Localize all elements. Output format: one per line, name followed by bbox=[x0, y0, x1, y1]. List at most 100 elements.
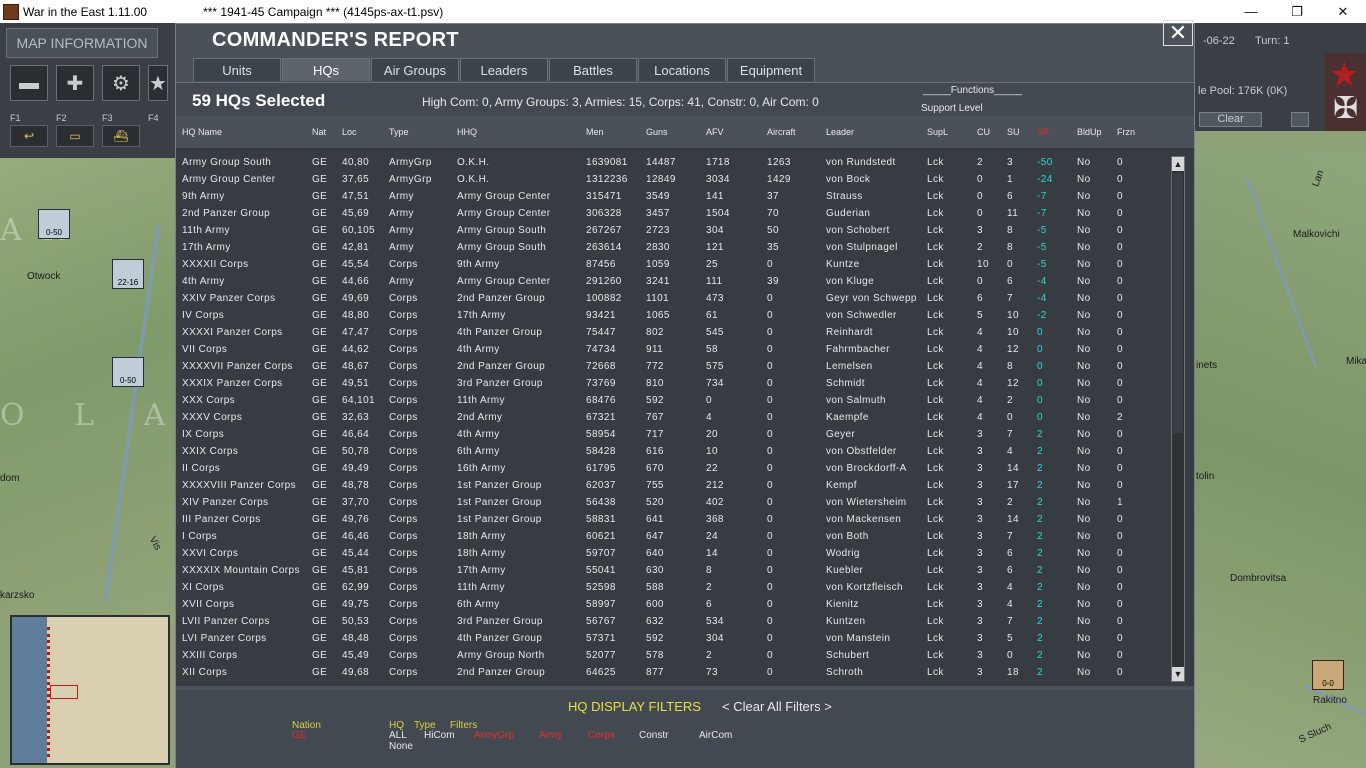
cell-sp: 2 bbox=[1037, 446, 1043, 457]
table-row[interactable]: Army Group South GE 40,80 ArmyGrp O.K.H. 1639… bbox=[176, 155, 1166, 172]
table-row[interactable]: XXXIX Panzer Corps GE 49,51 Corps 3rd Panzer… bbox=[176, 376, 1166, 393]
tab-hqs[interactable]: HQs bbox=[282, 58, 370, 81]
table-row[interactable]: 4th Army GE 44,66 Army Army Group Center 2912… bbox=[176, 274, 1166, 291]
col-header-loc[interactable]: Loc bbox=[342, 127, 357, 137]
table-row[interactable]: XXIII Corps GE 45,49 Corps Army Group North 5… bbox=[176, 648, 1166, 665]
col-header-nat[interactable]: Nat bbox=[312, 127, 326, 137]
table-row[interactable]: IV Corps GE 48,80 Corps 17th Army 93421 1065 61… bbox=[176, 308, 1166, 325]
support-level-button[interactable]: Support Level bbox=[921, 103, 983, 114]
table-row[interactable]: XXIV Panzer Corps GE 49,69 Corps 2nd Panzer … bbox=[176, 291, 1166, 308]
table-row[interactable]: II Corps GE 49,49 Corps 16th Army 61795 670 22 0… bbox=[176, 461, 1166, 478]
table-row[interactable]: III Panzer Corps GE 49,76 Corps 1st Panzer G… bbox=[176, 512, 1166, 529]
tab-leaders[interactable]: Leaders bbox=[460, 58, 548, 81]
table-row[interactable]: 9th Army GE 47,51 Army Army Group Center 3154… bbox=[176, 189, 1166, 206]
table-row[interactable]: Army Group Center GE 37,65 ArmyGrp O.K.H. 131… bbox=[176, 172, 1166, 189]
tab-battles[interactable]: Battles bbox=[549, 58, 637, 81]
table-row[interactable]: VII Corps GE 44,62 Corps 4th Army 74734 911 58 0… bbox=[176, 342, 1166, 359]
col-header-cu[interactable]: CU bbox=[977, 127, 990, 137]
table-row[interactable]: 11th Army GE 60,105 Army Army Group South 267… bbox=[176, 223, 1166, 240]
filter-army[interactable]: Army bbox=[539, 730, 562, 741]
tab-equipment[interactable]: Equipment bbox=[727, 58, 815, 81]
clear-button[interactable]: Clear bbox=[1199, 112, 1262, 127]
table-row[interactable]: XXXXVIII Panzer Corps GE 48,78 Corps 1st Pan… bbox=[176, 478, 1166, 495]
table-row[interactable]: XXXXI Panzer Corps GE 47,47 Corps 4th Panzer… bbox=[176, 325, 1166, 342]
cell-hhq: Army Group North bbox=[457, 650, 545, 661]
cell-aircraft: 0 bbox=[767, 293, 773, 304]
table-row[interactable]: LVI Panzer Corps GE 48,48 Corps 4th Panzer G… bbox=[176, 631, 1166, 648]
filter-corps[interactable]: Corps bbox=[588, 730, 615, 741]
table-row[interactable]: 17th Army GE 42,81 Army Army Group South 2636… bbox=[176, 240, 1166, 257]
scroll-down-button[interactable]: ▼ bbox=[1172, 667, 1184, 681]
cell-su: 6 bbox=[1007, 548, 1013, 559]
col-header-su[interactable]: SU bbox=[1007, 127, 1020, 137]
table-row[interactable]: XII Corps GE 49,68 Corps 2nd Panzer Group 646… bbox=[176, 665, 1166, 682]
fkey-f1[interactable]: F1 ↩ bbox=[10, 113, 56, 147]
gear-icon[interactable]: ⚙ bbox=[102, 65, 140, 101]
clear-all-filters-button[interactable]: < Clear All Filters > bbox=[722, 699, 832, 714]
cell-loc: 45,44 bbox=[342, 548, 370, 559]
map-hq-counter[interactable]: 0-50 bbox=[38, 209, 70, 239]
map-air-counter[interactable]: 0-50 bbox=[112, 357, 144, 387]
table-row[interactable]: XXXXVII Panzer Corps GE 48,67 Corps 2nd Panz… bbox=[176, 359, 1166, 376]
window-titlebar: War in the East 1.11.00 *** 1941-45 Camp… bbox=[0, 0, 1366, 23]
table-row[interactable]: XXVI Corps GE 45,44 Corps 18th Army 59707 640 1… bbox=[176, 546, 1166, 563]
table-row[interactable]: 2nd Panzer Group GE 45,69 Army Army Group Ce… bbox=[176, 206, 1166, 223]
table-row[interactable]: XXXXII Corps GE 45,54 Corps 9th Army 87456 105… bbox=[176, 257, 1166, 274]
col-header-hq-name[interactable]: HQ Name bbox=[182, 127, 222, 137]
col-header-frzn[interactable]: Frzn bbox=[1117, 127, 1135, 137]
tab-units[interactable]: Units bbox=[193, 58, 281, 81]
plus-cross-icon[interactable]: ✚ bbox=[56, 65, 94, 101]
map-unit-counter[interactable]: 22-16 bbox=[112, 259, 144, 289]
table-row[interactable]: XXXXIX Mountain Corps GE 45,81 Corps 17th Ar… bbox=[176, 563, 1166, 580]
map-information-button[interactable]: MAP INFORMATION bbox=[6, 28, 158, 58]
table-row[interactable]: I Corps GE 46,46 Corps 18th Army 60621 647 24 0 v… bbox=[176, 529, 1166, 546]
filter-all[interactable]: ALL bbox=[389, 730, 407, 741]
col-header-men[interactable]: Men bbox=[586, 127, 604, 137]
cell-aircraft: 0 bbox=[767, 616, 773, 627]
tab-locations[interactable]: Locations bbox=[638, 58, 726, 81]
star-icon[interactable]: ★ bbox=[148, 65, 168, 101]
scroll-up-button[interactable]: ▲ bbox=[1172, 157, 1184, 171]
filter-none[interactable]: None bbox=[389, 741, 413, 752]
col-header-bldup[interactable]: BldUp bbox=[1077, 127, 1102, 137]
table-row[interactable]: XVII Corps GE 49,75 Corps 6th Army 58997 600 6 0… bbox=[176, 597, 1166, 614]
table-row[interactable]: IX Corps GE 46,64 Corps 4th Army 58954 717 20 0 G… bbox=[176, 427, 1166, 444]
cell-type: Corps bbox=[389, 497, 418, 508]
map-soviet-hq-counter[interactable]: 0-0 bbox=[1312, 660, 1344, 690]
tank-icon[interactable]: ▬ bbox=[10, 65, 48, 101]
table-row[interactable]: XXX Corps GE 64,101 Corps 11th Army 68476 592 0… bbox=[176, 393, 1166, 410]
col-header-supl[interactable]: SupL bbox=[927, 127, 948, 137]
maximize-button[interactable]: ❐ bbox=[1274, 0, 1320, 23]
filter-hicom[interactable]: HiCom bbox=[424, 730, 455, 741]
tab-air-groups[interactable]: Air Groups bbox=[371, 58, 459, 81]
minimize-button[interactable]: — bbox=[1228, 0, 1274, 23]
minimap-viewport[interactable] bbox=[50, 685, 78, 699]
col-header-type[interactable]: Type bbox=[389, 127, 409, 137]
dialog-close-button[interactable]: ✕ bbox=[1163, 20, 1193, 46]
small-toggle-button[interactable] bbox=[1291, 112, 1309, 127]
col-header-guns[interactable]: Guns bbox=[646, 127, 668, 137]
table-row[interactable]: XXIX Corps GE 50,78 Corps 6th Army 58428 616 10… bbox=[176, 444, 1166, 461]
filter-constr[interactable]: Constr bbox=[639, 730, 668, 741]
col-header-hhq[interactable]: HHQ bbox=[457, 127, 477, 137]
col-header-sp[interactable]: SP bbox=[1037, 127, 1049, 137]
fkey-f3[interactable]: F3 ⛴ bbox=[102, 113, 148, 147]
table-scrollbar[interactable]: ▲ ▼ bbox=[1171, 156, 1185, 682]
minimap[interactable] bbox=[10, 615, 170, 765]
table-row[interactable]: XIV Panzer Corps GE 37,70 Corps 1st Panzer G… bbox=[176, 495, 1166, 512]
filter-aircom[interactable]: AirCom bbox=[699, 730, 732, 741]
table-row[interactable]: XXXV Corps GE 32,63 Corps 2nd Army 67321 767 4 0… bbox=[176, 410, 1166, 427]
scroll-thumb[interactable] bbox=[1173, 173, 1183, 433]
nation-filter-ge[interactable]: GE bbox=[292, 730, 306, 741]
cell-afv: 473 bbox=[706, 293, 724, 304]
fkey-f2[interactable]: F2 ▭ bbox=[56, 113, 102, 147]
col-header-leader[interactable]: Leader bbox=[826, 127, 854, 137]
cell-leader: von Obstfelder bbox=[826, 446, 897, 457]
col-header-aircraft[interactable]: Aircraft bbox=[767, 127, 796, 137]
fkey-f4[interactable]: F4 bbox=[148, 113, 168, 147]
table-row[interactable]: XI Corps GE 62,99 Corps 11th Army 52598 588 2 0 v… bbox=[176, 580, 1166, 597]
table-row[interactable]: LVII Panzer Corps GE 50,53 Corps 3rd Panzer … bbox=[176, 614, 1166, 631]
filter-armygrp[interactable]: ArmyGrp bbox=[474, 730, 514, 741]
col-header-afv[interactable]: AFV bbox=[706, 127, 724, 137]
close-window-button[interactable]: ✕ bbox=[1320, 0, 1366, 23]
